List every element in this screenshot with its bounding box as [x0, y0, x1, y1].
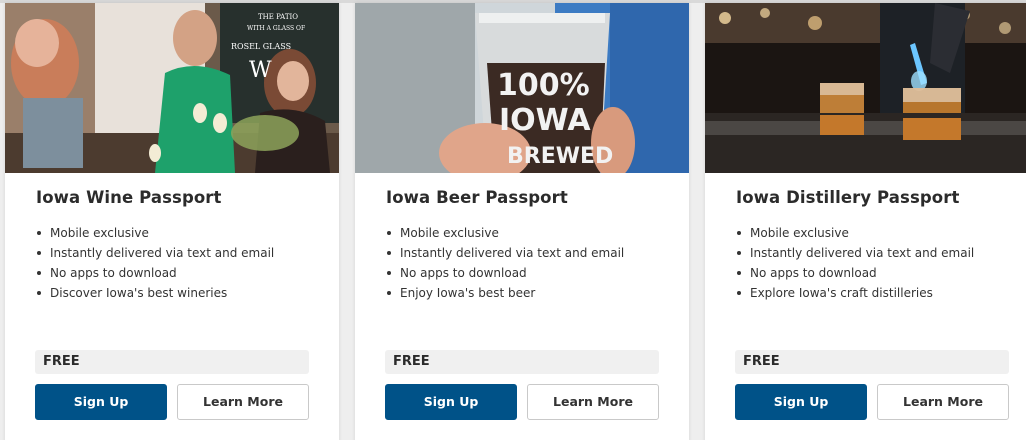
chalkboard-text-glass: WITH A GLASS OF [247, 25, 305, 32]
feature-item: Mobile exclusive [736, 223, 974, 243]
feature-item: Mobile exclusive [386, 223, 624, 243]
feature-item: Instantly delivered via text and email [36, 243, 274, 263]
wine-passport-photo: THE PATIO WITH A GLASS OF ROSEL GLASS W [5, 3, 339, 173]
price-badge: FREE [735, 350, 1009, 374]
learn-more-button[interactable]: Learn More [527, 384, 659, 420]
price-badge: FREE [385, 350, 659, 374]
feature-item: Mobile exclusive [36, 223, 274, 243]
feature-item: No apps to download [386, 263, 624, 283]
glass-text-iowa: IOWA [499, 103, 591, 138]
wine-passport-card: THE PATIO WITH A GLASS OF ROSEL GLASS W … [5, 3, 339, 440]
feature-item: Enjoy Iowa's best beer [386, 283, 624, 303]
feature-item: Discover Iowa's best wineries [36, 283, 274, 303]
feature-list: Mobile exclusive Instantly delivered via… [386, 223, 624, 303]
chalkboard-text-rosel: ROSEL GLASS [231, 42, 291, 51]
feature-item: Explore Iowa's craft distilleries [736, 283, 974, 303]
chalkboard-text-w: W [249, 58, 272, 83]
beer-passport-card: 100% IOWA BREWED Iowa Beer Passport Mobi… [355, 3, 689, 440]
feature-item: No apps to download [36, 263, 274, 283]
feature-item: Instantly delivered via text and email [736, 243, 974, 263]
feature-item: No apps to download [736, 263, 974, 283]
sign-up-button[interactable]: Sign Up [385, 384, 517, 420]
sign-up-button[interactable]: Sign Up [35, 384, 167, 420]
chalkboard-text-patio: THE PATIO [258, 13, 298, 21]
learn-more-button[interactable]: Learn More [177, 384, 309, 420]
distillery-passport-photo [705, 3, 1026, 173]
feature-list: Mobile exclusive Instantly delivered via… [736, 223, 974, 303]
distillery-passport-card: Iowa Distillery Passport Mobile exclusiv… [705, 3, 1026, 440]
glass-text-percent: 100% [497, 68, 590, 103]
price-badge: FREE [35, 350, 309, 374]
feature-list: Mobile exclusive Instantly delivered via… [36, 223, 274, 303]
card-title: Iowa Wine Passport [36, 188, 222, 207]
beer-passport-photo: 100% IOWA BREWED [355, 3, 689, 173]
card-title: Iowa Distillery Passport [736, 188, 960, 207]
glass-text-brewed: BREWED [507, 144, 613, 169]
sign-up-button[interactable]: Sign Up [735, 384, 867, 420]
learn-more-button[interactable]: Learn More [877, 384, 1009, 420]
feature-item: Instantly delivered via text and email [386, 243, 624, 263]
card-title: Iowa Beer Passport [386, 188, 568, 207]
